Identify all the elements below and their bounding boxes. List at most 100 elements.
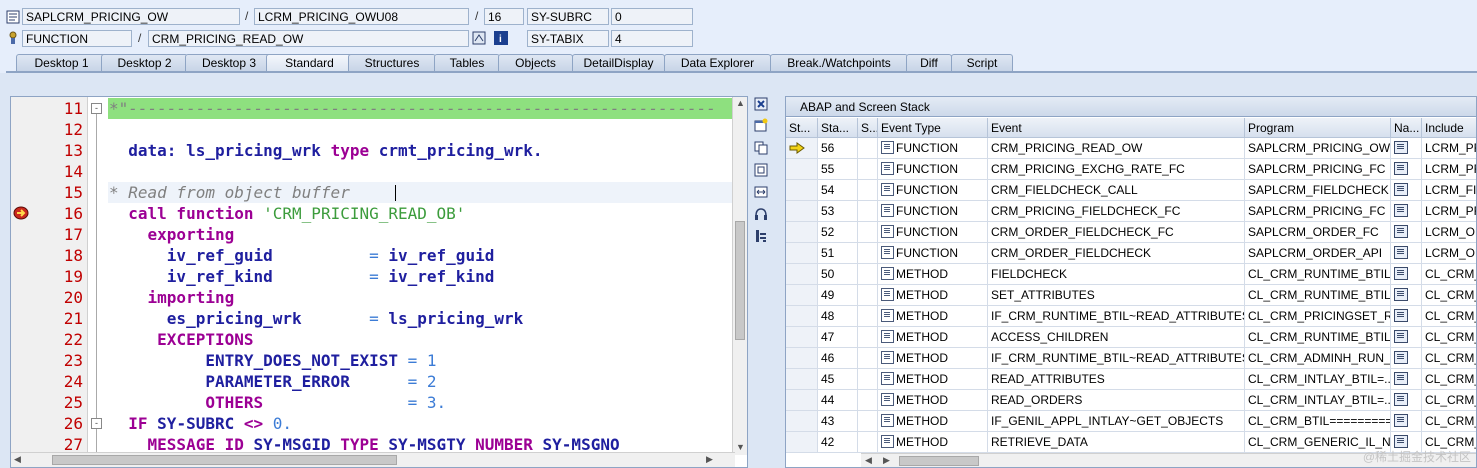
code-line-25[interactable]: OTHERS = 3. xyxy=(109,392,446,413)
event-type-cell[interactable]: METHOD xyxy=(878,348,988,369)
event-type-cell[interactable]: FUNCTION xyxy=(878,180,988,201)
include-cell[interactable]: LCRM_PRI xyxy=(1422,201,1476,222)
status-cell[interactable] xyxy=(786,138,818,159)
level-cell[interactable]: 55 xyxy=(818,159,858,180)
program-cell[interactable]: SAPLCRM_FIELDCHECK xyxy=(1245,180,1391,201)
tab-desktop-1[interactable]: Desktop 1 xyxy=(16,54,107,72)
status-cell[interactable] xyxy=(786,159,818,180)
event-cell[interactable]: CRM_ORDER_FIELDCHECK_FC xyxy=(988,222,1245,243)
level-cell[interactable]: 50 xyxy=(818,264,858,285)
code-line-16[interactable]: call function 'CRM_PRICING_READ_OB' xyxy=(109,203,465,224)
status-cell[interactable] xyxy=(786,285,818,306)
settings-icon[interactable] xyxy=(752,229,770,245)
code-line-17[interactable]: exporting xyxy=(109,224,235,245)
navigate-cell[interactable] xyxy=(1391,306,1422,327)
navigate-cell[interactable] xyxy=(1391,285,1422,306)
editor-vertical-scrollbar[interactable]: ▲ ▼ xyxy=(732,97,747,455)
col-header-event[interactable]: Event xyxy=(988,118,1245,138)
event-cell[interactable]: CRM_FIELDCHECK_CALL xyxy=(988,180,1245,201)
program-cell[interactable]: SAPLCRM_PRICING_OW xyxy=(1245,138,1391,159)
event-type-cell[interactable]: METHOD xyxy=(878,432,988,453)
level-cell[interactable]: 44 xyxy=(818,390,858,411)
event-type-cell[interactable]: FUNCTION xyxy=(878,222,988,243)
program-cell[interactable]: CL_CRM_INTLAY_BTIL=... xyxy=(1245,369,1391,390)
include-cell[interactable]: CL_CRM_R xyxy=(1422,264,1476,285)
navigate-cell[interactable] xyxy=(1391,180,1422,201)
code-line-26[interactable]: IF SY-SUBRC <> 0. xyxy=(109,413,292,434)
include-cell[interactable]: CL_CRM_P xyxy=(1422,306,1476,327)
event-type-cell[interactable]: FUNCTION xyxy=(878,159,988,180)
event-cell[interactable]: CRM_PRICING_FIELDCHECK_FC xyxy=(988,201,1245,222)
event-cell[interactable]: RETRIEVE_DATA xyxy=(988,432,1245,453)
navigate-icon[interactable] xyxy=(1394,162,1408,175)
status-cell[interactable] xyxy=(786,390,818,411)
scroll-down-icon[interactable]: ▼ xyxy=(736,442,745,452)
status-cell[interactable] xyxy=(786,201,818,222)
include-cell[interactable]: LCRM_FIE xyxy=(1422,180,1476,201)
navigate-cell[interactable] xyxy=(1391,243,1422,264)
program-cell[interactable]: CL_CRM_RUNTIME_BTIL... xyxy=(1245,264,1391,285)
code-line-20[interactable]: importing xyxy=(109,287,235,308)
code-line-21[interactable]: es_pricing_wrk = ls_pricing_wrk xyxy=(109,308,523,329)
close-icon[interactable] xyxy=(752,97,770,113)
event-cell[interactable]: ACCESS_CHILDREN xyxy=(988,327,1245,348)
navigate-cell[interactable] xyxy=(1391,369,1422,390)
include-cell[interactable]: LCRM_OR xyxy=(1422,222,1476,243)
scroll-left-icon[interactable]: ◀ xyxy=(14,454,21,465)
level-cell[interactable]: 53 xyxy=(818,201,858,222)
event-type-field[interactable]: FUNCTION xyxy=(22,30,132,47)
status-cell[interactable] xyxy=(786,369,818,390)
program-cell[interactable]: CL_CRM_RUNTIME_BTIL... xyxy=(1245,327,1391,348)
status-cell[interactable] xyxy=(786,222,818,243)
empty-cell[interactable] xyxy=(858,348,878,369)
tab-detaildisplay[interactable]: DetailDisplay xyxy=(572,54,665,72)
navigate-cell[interactable] xyxy=(1391,222,1422,243)
line-field[interactable]: 16 xyxy=(484,8,524,25)
navigate-icon[interactable] xyxy=(1394,309,1408,322)
empty-cell[interactable] xyxy=(858,180,878,201)
level-cell[interactable]: 49 xyxy=(818,285,858,306)
tab-standard[interactable]: Standard xyxy=(266,54,353,72)
sysfield-1[interactable]: SY-SUBRC xyxy=(527,8,609,25)
event-cell[interactable]: CRM_PRICING_READ_OW xyxy=(988,138,1245,159)
event-type-cell[interactable]: METHOD xyxy=(878,369,988,390)
event-type-cell[interactable]: METHOD xyxy=(878,390,988,411)
navigate-icon[interactable] xyxy=(1394,330,1408,343)
scroll-thumb[interactable] xyxy=(52,455,397,465)
status-cell[interactable] xyxy=(786,432,818,453)
navigate-icon[interactable] xyxy=(1394,393,1408,406)
status-cell[interactable] xyxy=(786,180,818,201)
level-cell[interactable]: 43 xyxy=(818,411,858,432)
empty-cell[interactable] xyxy=(858,243,878,264)
tab-tables[interactable]: Tables xyxy=(434,54,500,72)
event-cell[interactable]: READ_ATTRIBUTES xyxy=(988,369,1245,390)
program-cell[interactable]: CL_CRM_RUNTIME_BTIL... xyxy=(1245,285,1391,306)
col-header-status[interactable]: St... xyxy=(786,118,818,138)
empty-cell[interactable] xyxy=(858,432,878,453)
code-line-13[interactable]: data: ls_pricing_wrk type crmt_pricing_w… xyxy=(109,140,542,161)
include-cell[interactable]: LCRM_OR xyxy=(1422,243,1476,264)
empty-cell[interactable] xyxy=(858,264,878,285)
program-cell[interactable]: SAPLCRM_PRICING_FC xyxy=(1245,201,1391,222)
info-icon[interactable]: i xyxy=(494,31,508,45)
status-cell[interactable] xyxy=(786,411,818,432)
event-cell[interactable]: FIELDCHECK xyxy=(988,264,1245,285)
col-header-stack-level[interactable]: Sta... xyxy=(818,118,858,138)
level-cell[interactable]: 47 xyxy=(818,327,858,348)
navigate-cell[interactable] xyxy=(1391,327,1422,348)
navigate-icon[interactable] xyxy=(1394,267,1408,280)
navigate-cell[interactable] xyxy=(1391,201,1422,222)
event-type-cell[interactable]: FUNCTION xyxy=(878,201,988,222)
tab-objects[interactable]: Objects xyxy=(498,54,573,72)
navigate-icon[interactable] xyxy=(1394,351,1408,364)
status-cell[interactable] xyxy=(786,264,818,285)
event-type-cell[interactable]: METHOD xyxy=(878,264,988,285)
scroll-thumb[interactable] xyxy=(899,456,979,466)
navigate-cell[interactable] xyxy=(1391,159,1422,180)
include-cell[interactable]: CL_CRM_R xyxy=(1422,327,1476,348)
navigate-icon[interactable] xyxy=(1394,141,1408,154)
program-cell[interactable]: SAPLCRM_ORDER_FC xyxy=(1245,222,1391,243)
status-cell[interactable] xyxy=(786,243,818,264)
include-cell[interactable]: CL_CRM_I xyxy=(1422,390,1476,411)
fold-toggle[interactable]: - xyxy=(91,103,102,114)
